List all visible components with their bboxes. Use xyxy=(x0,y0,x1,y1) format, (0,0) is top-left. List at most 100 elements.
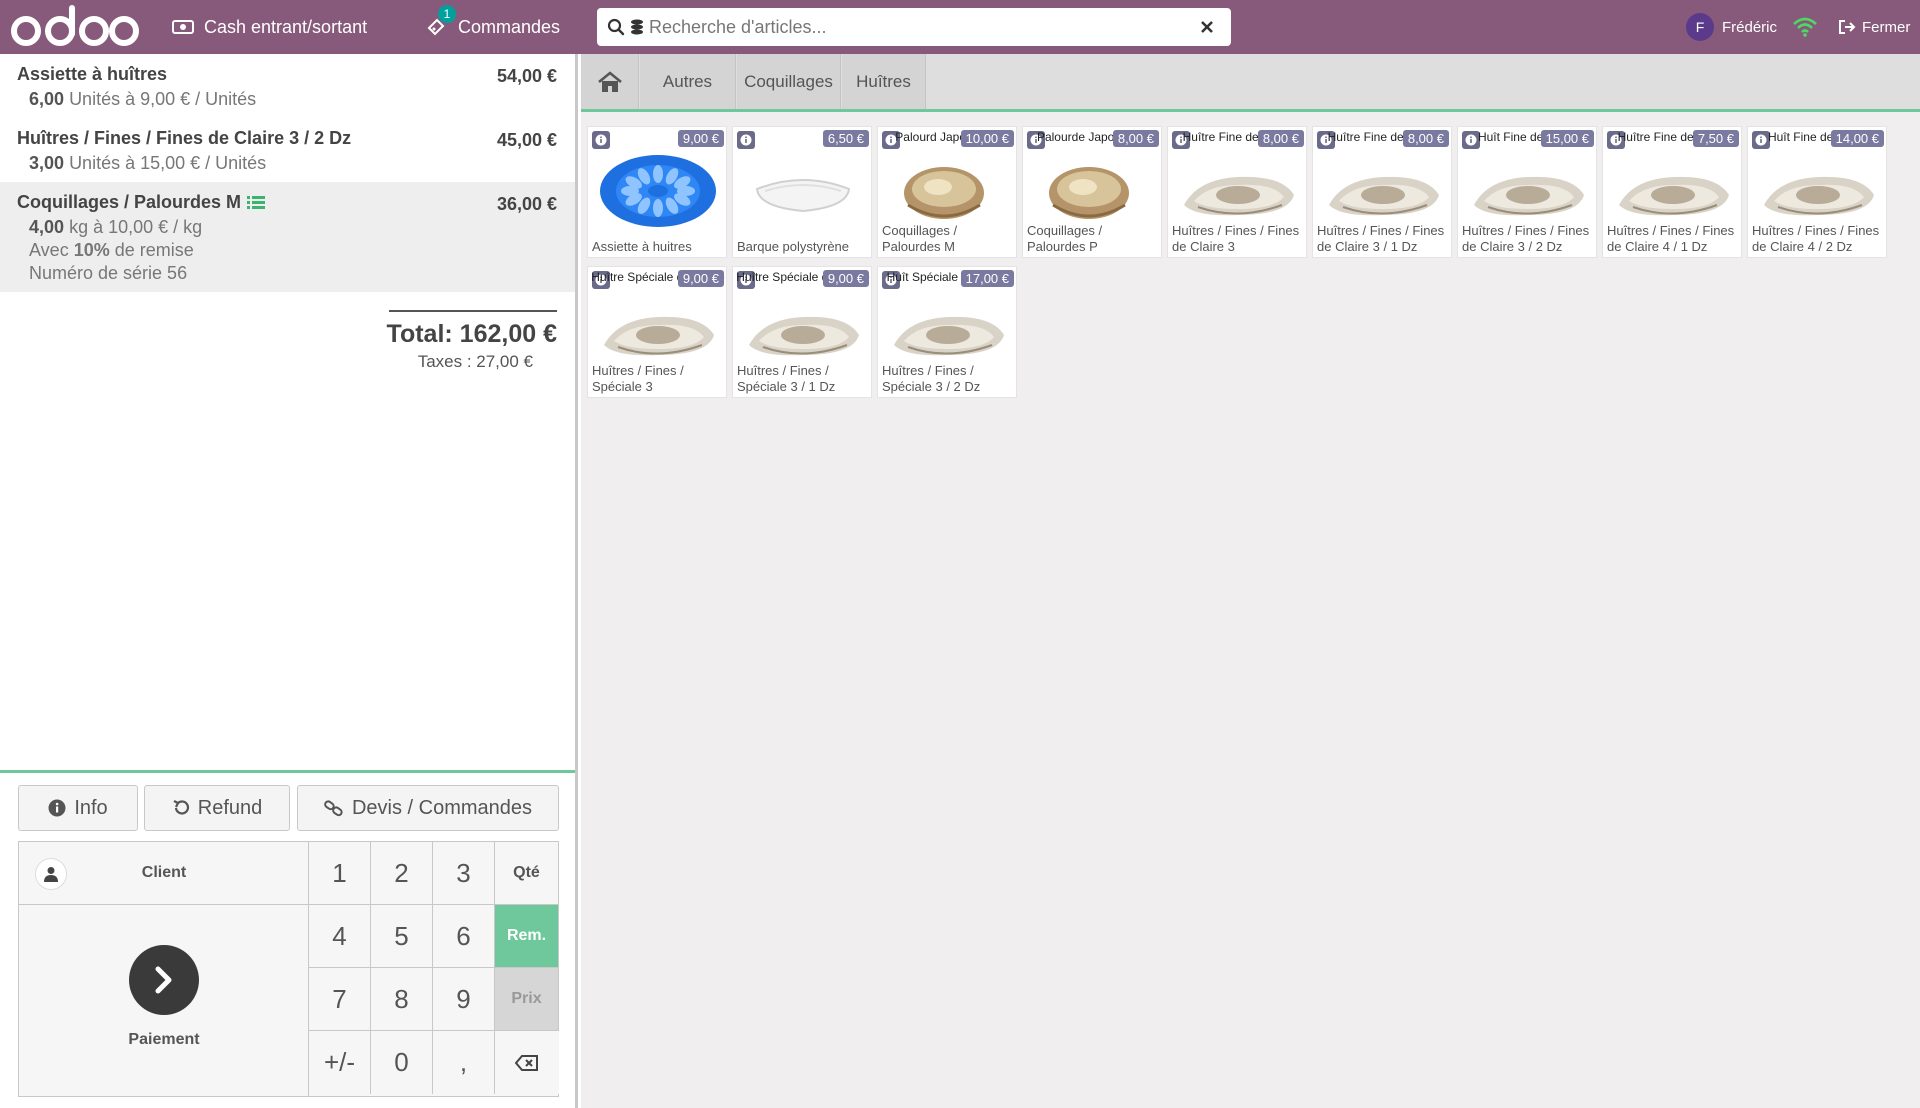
product-name: Coquillages / Palourdes P xyxy=(1027,223,1103,254)
cash-in-out-button[interactable]: Cash entrant/sortant xyxy=(172,0,367,54)
numpad-key-2[interactable]: 2 xyxy=(371,842,433,905)
order-line-qty: 4,00 xyxy=(29,217,65,237)
quotes-orders-button[interactable]: Devis / Commandes xyxy=(297,785,559,831)
chevron-right-icon xyxy=(129,945,199,1015)
mode-quantity-button[interactable]: Qté xyxy=(495,842,559,905)
category-huitres[interactable]: Huîtres xyxy=(842,54,926,109)
product-price: 17,00 € xyxy=(960,270,1014,287)
product-image xyxy=(1474,176,1584,216)
numpad-key-7[interactable]: 7 xyxy=(309,968,371,1031)
orders-button[interactable]: 1 Commandes xyxy=(424,0,560,54)
close-session-button[interactable]: Fermer xyxy=(1838,0,1910,54)
product-card[interactable]: Huître Spéciale de Claire 9,00 € Huîtres /… xyxy=(587,266,727,398)
product-image xyxy=(749,316,859,356)
backspace-icon xyxy=(515,1054,538,1071)
order-taxes: Taxes : 27,00 € xyxy=(417,352,533,371)
order-line-info: 6,00 Unités à 9,00 € / Unités xyxy=(17,89,557,110)
control-panel: Info Refund Devis / Commandes Client Pai… xyxy=(0,770,575,1108)
order-line-name: Huîtres / Fines / Fines de Claire 3 / 2 … xyxy=(17,128,352,148)
product-card[interactable]: 6,50 € Barque polystyrène xyxy=(732,126,872,258)
order-total: Total: 162,00 € xyxy=(386,320,557,348)
search-input[interactable] xyxy=(649,16,1189,38)
product-card[interactable]: Huît Spéciale de Claire 17,00 € Huîtres / … xyxy=(877,266,1017,398)
product-card[interactable]: Huître Spéciale de Claire 9,00 € Huîtres /… xyxy=(732,266,872,398)
wifi-icon[interactable] xyxy=(1792,14,1818,40)
product-image xyxy=(894,316,1004,356)
refund-button[interactable]: Refund xyxy=(144,785,290,831)
numpad: Client Paiement 1 2 3 Qté 4 5 6 Rem. 7 8… xyxy=(18,841,559,1097)
top-bar: Cash entrant/sortant 1 Commandes Recherc… xyxy=(0,0,1920,54)
order-pane: Assiette à huîtres 54,00 € 6,00 Unités à… xyxy=(0,54,578,1108)
order-line-info: 4,00 kg à 10,00 € / kg xyxy=(17,217,557,238)
category-coquillages[interactable]: Coquillages xyxy=(737,54,841,109)
product-price: 8,00 € xyxy=(1402,130,1449,147)
product-price: 6,50 € xyxy=(822,130,869,147)
discount-suffix: de remise xyxy=(114,240,194,260)
product-price: 9,00 € xyxy=(677,270,724,287)
numpad-key-1[interactable]: 1 xyxy=(309,842,371,905)
product-card[interactable]: Huître Fine de Claire 8,00 € Huîtres / Fin… xyxy=(1167,126,1307,258)
barcode-stack-icon xyxy=(631,19,643,35)
product-image xyxy=(755,179,851,213)
numpad-key-8[interactable]: 8 xyxy=(371,968,433,1031)
order-line-unit-info: Unités à 9,00 € / Unités xyxy=(69,89,257,109)
product-price: 8,00 € xyxy=(1112,130,1159,147)
mode-discount-button[interactable]: Rem. xyxy=(495,905,559,968)
product-card[interactable]: Huître Fine de Claire 7,50 € Huîtres / Fin… xyxy=(1602,126,1742,258)
product-image xyxy=(1049,167,1129,219)
product-name: Huîtres / Fines / Spéciale 3 / 1 Dz xyxy=(737,363,836,394)
info-button[interactable]: Info xyxy=(18,785,138,831)
order-line[interactable]: Assiette à huîtres 54,00 € 6,00 Unités à… xyxy=(0,54,575,118)
order-line-unit-info: Unités à 15,00 € / Unités xyxy=(69,153,267,173)
payment-button[interactable]: Paiement xyxy=(19,905,309,1097)
numpad-key-0[interactable]: 0 xyxy=(371,1031,433,1094)
order-line-serial: Numéro de série 56 xyxy=(29,263,188,283)
refund-label: Refund xyxy=(197,796,263,819)
info-icon[interactable] xyxy=(592,131,610,149)
numpad-key-comma[interactable]: , xyxy=(433,1031,495,1094)
mode-price-button[interactable]: Prix xyxy=(495,968,559,1031)
close-icon xyxy=(1201,21,1213,33)
order-line-price: 54,00 € xyxy=(496,66,557,86)
cashier-selector[interactable]: F Frédéric xyxy=(1686,13,1777,41)
home-category-button[interactable] xyxy=(581,54,639,109)
numpad-key-4[interactable]: 4 xyxy=(309,905,371,968)
product-name: Huîtres / Fines / Fines de Claire 4 / 2 … xyxy=(1752,223,1880,254)
numpad-key-sign[interactable]: +/- xyxy=(309,1031,371,1094)
category-autres[interactable]: Autres xyxy=(640,54,736,109)
numpad-key-6[interactable]: 6 xyxy=(433,905,495,968)
set-customer-button[interactable]: Client xyxy=(19,842,309,905)
product-card[interactable]: Huît Fine de Claire 15,00 € Huîtres / Fine… xyxy=(1457,126,1597,258)
product-name: Huîtres / Fines / Fines de Claire 3 xyxy=(1172,223,1300,254)
product-card[interactable]: Palourde Japonaises 8,00 € Coquillages / P… xyxy=(1022,126,1162,258)
clear-search-button[interactable] xyxy=(1193,13,1221,41)
product-card[interactable]: Huît Fine de Claire 14,00 € Huîtres / Fine… xyxy=(1747,126,1887,258)
lot-list-icon[interactable] xyxy=(247,195,266,211)
order-lines: Assiette à huîtres 54,00 € 6,00 Unités à… xyxy=(0,54,575,292)
order-line-discount: Avec 10% de remise xyxy=(17,240,557,261)
product-card[interactable]: Palourd Japonaises 10,00 € Coquillages / P… xyxy=(877,126,1017,258)
numpad-backspace-button[interactable] xyxy=(495,1031,559,1094)
order-line[interactable]: Huîtres / Fines / Fines de Claire 3 / 2 … xyxy=(0,118,575,182)
product-card[interactable]: 9,00 € Assiette à huitres xyxy=(587,126,727,258)
order-line-price: 45,00 € xyxy=(496,130,557,150)
product-name: Barque polystyrène xyxy=(737,239,850,254)
order-line-qty: 6,00 xyxy=(29,89,65,109)
numpad-key-3[interactable]: 3 xyxy=(433,842,495,905)
discount-value: 10% xyxy=(73,240,110,260)
numpad-key-9[interactable]: 9 xyxy=(433,968,495,1031)
sign-out-icon xyxy=(1839,20,1856,34)
total-divider xyxy=(389,310,557,312)
odoo-logo[interactable] xyxy=(10,4,140,50)
product-name: Huîtres / Fines / Spéciale 3 xyxy=(592,363,684,394)
product-name: Huîtres / Fines / Fines de Claire 4 / 1 … xyxy=(1607,223,1735,254)
product-image xyxy=(1329,176,1439,216)
info-icon[interactable] xyxy=(737,131,755,149)
product-image xyxy=(600,155,716,227)
order-line-selected[interactable]: Coquillages / Palourdes M 36,00 € 4,00 k… xyxy=(0,182,575,292)
product-image xyxy=(904,167,984,219)
client-label: Client xyxy=(141,864,187,881)
product-card[interactable]: Huître Fine de Claire 8,00 € Huîtres / Fin… xyxy=(1312,126,1452,258)
numpad-key-5[interactable]: 5 xyxy=(371,905,433,968)
cash-in-out-label: Cash entrant/sortant xyxy=(204,16,368,37)
